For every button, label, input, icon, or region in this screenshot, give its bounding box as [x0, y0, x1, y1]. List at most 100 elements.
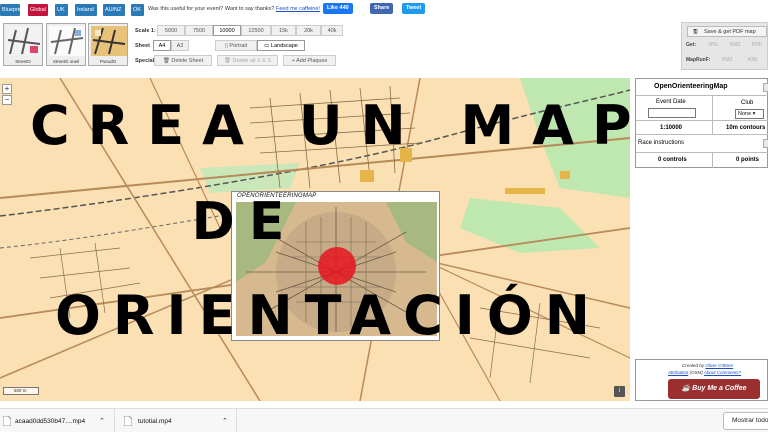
overlay-title-line1: CREA UN MAPA [30, 94, 705, 157]
pdf-panel: 🖫 Save & get PDF map Get: JPG KMZ PDF Ma… [681, 22, 768, 70]
site-button-ok[interactable]: OK [131, 4, 144, 16]
panel-expand-button[interactable] [763, 83, 768, 92]
portrait-label: Portrait [229, 43, 248, 49]
site-button-blueprint[interactable]: Blueprint [0, 4, 24, 16]
delete-all-button[interactable]: 🗑 Delete all X & S [217, 55, 278, 66]
feedback-question: Was this useful for your event? Want to … [148, 6, 275, 12]
mapruntf-option-kml[interactable]: KML [748, 57, 758, 63]
event-date-label: Event Date [656, 99, 686, 105]
feedback-text: Was this useful for your event? Want to … [148, 6, 320, 12]
site-button-global[interactable]: Global [28, 4, 48, 16]
credit-prefix: Created by [682, 363, 705, 368]
panel-title: OpenOrienteeringMap [654, 83, 728, 90]
totals-row: 0 controls 0 points [636, 153, 768, 168]
file-icon [124, 416, 132, 426]
style-thumb-streeto[interactable]: StreetO [3, 23, 43, 66]
site-button-aunz[interactable]: AU/NZ [103, 4, 125, 16]
special-label: Special [135, 58, 155, 64]
site-button-uk[interactable]: UK [55, 4, 68, 16]
mapruntf-label: MapRunF: [686, 57, 711, 63]
event-date-row: Event Date Club None ▾ [636, 96, 768, 121]
scale-option-40k[interactable]: 40k [321, 25, 343, 36]
points-count: 0 points [736, 157, 760, 163]
column-divider [712, 153, 713, 168]
contour-value: 10m contours [726, 125, 766, 131]
overlay-title-line3: ORIENTACIÓN [55, 284, 602, 347]
credit-line-1: Created by Oliver O'Brien [682, 363, 733, 368]
download-name: tutotial.mp4 [138, 418, 172, 425]
scale-option-7500[interactable]: 7500 [185, 25, 213, 36]
zoom-out-button[interactable]: − [2, 95, 12, 105]
delete-all-label: Delete all X & S [232, 58, 272, 64]
download-item[interactable]: tutotial.mp4 ⌃ [115, 409, 237, 432]
scale-option-12500[interactable]: 12500 [241, 25, 271, 36]
save-icon: 🖫 [693, 29, 698, 35]
streeto-oneil-preview-icon [49, 26, 85, 56]
buy-coffee-button[interactable]: ☕ Buy Me a Coffee [668, 379, 760, 399]
facebook-like-button[interactable]: Like 440 [323, 3, 353, 14]
get-label: Get: [686, 42, 696, 48]
landscape-button[interactable]: ▭ Landscape [257, 40, 305, 51]
comments-link[interactable]: About Comments? [704, 370, 741, 375]
scale-value: 1:10000 [660, 125, 683, 131]
scale-option-20k[interactable]: 20k [296, 25, 321, 36]
osm-label: (OSM) [689, 370, 703, 375]
scale-option-10000[interactable]: 10000 [213, 25, 241, 36]
save-pdf-button[interactable]: 🖫 Save & get PDF map [687, 26, 767, 37]
add-plaques-button[interactable]: + Add Plaques [283, 55, 336, 66]
tweet-button[interactable]: Tweet [402, 3, 426, 14]
scale-option-15k[interactable]: 15k [271, 25, 296, 36]
get-option-kmz[interactable]: KMZ [730, 42, 741, 48]
chevron-up-icon[interactable]: ⌃ [99, 417, 105, 425]
attribution-link[interactable]: Attribution [668, 370, 688, 375]
zoom-in-button[interactable]: + [2, 84, 12, 94]
race-instructions-row: Race instructions [636, 135, 768, 153]
sheet-label: Sheet [135, 43, 150, 49]
sheet-option-a3[interactable]: A3 [171, 40, 189, 51]
author-link[interactable]: Oliver O'Brien [705, 363, 733, 368]
style-thumb-pseudo[interactable]: PseudO [88, 23, 128, 66]
chevron-up-icon[interactable]: ⌃ [222, 417, 228, 425]
file-icon [3, 416, 11, 426]
scale-row: 1:10000 10m contours [636, 121, 768, 135]
landscape-label: Landscape [270, 43, 298, 49]
top-bar: Blueprint Global UK Ireland AU/NZ OK Was… [0, 0, 768, 22]
download-name: acaad0dd530b47....mp4 [15, 418, 86, 425]
delete-sheet-label: Delete Sheet [171, 58, 204, 64]
column-divider [712, 96, 713, 121]
event-panel: OpenOrienteeringMap Event Date Club None… [635, 78, 768, 168]
portrait-button[interactable]: ▯ Portrait [215, 40, 257, 51]
feedback-link[interactable]: Feed me caffeine! [276, 6, 320, 12]
facebook-share-button[interactable]: Share [370, 3, 394, 14]
style-thumb-streeto-oneil[interactable]: StreetO oneil [46, 23, 86, 66]
club-label: Club [741, 100, 754, 106]
sheet-option-a4[interactable]: A4 [153, 40, 171, 51]
club-value: None [738, 111, 752, 117]
chevron-down-icon: ▾ [751, 111, 756, 117]
event-date-input[interactable] [648, 108, 696, 118]
show-all-downloads-button[interactable]: Mostrar todo [723, 412, 768, 430]
start-marker-circle [318, 247, 356, 285]
style-label: StreetO oneil [52, 59, 80, 64]
get-option-jpg[interactable]: JPG [708, 42, 718, 48]
controls-count: 0 controls [658, 157, 687, 163]
club-select[interactable]: None ▾ [735, 109, 764, 119]
buy-coffee-label: Buy Me a Coffee [692, 385, 747, 392]
save-pdf-label: Save & get PDF map [704, 29, 756, 35]
map-scale-bar: 500 m [3, 387, 39, 395]
download-item[interactable]: acaad0dd530b47....mp4 ⌃ [0, 409, 115, 432]
site-button-ireland[interactable]: Ireland [75, 4, 97, 16]
race-instructions-button[interactable] [763, 139, 768, 148]
mapruntf-option-kmz[interactable]: KMZ [722, 57, 733, 63]
streeto-preview-icon [6, 26, 42, 56]
panel-title-row: OpenOrienteeringMap [636, 79, 768, 96]
get-option-pdf[interactable]: PDF [752, 42, 762, 48]
credit-line-2: Attribution (OSM) About Comments? [668, 370, 741, 375]
landscape-icon: ▭ [264, 43, 271, 49]
scale-option-5000[interactable]: 5000 [157, 25, 185, 36]
download-bar: acaad0dd530b47....mp4 ⌃ tutotial.mp4 ⌃ [0, 408, 768, 432]
map-info-button[interactable]: i [614, 386, 625, 397]
delete-sheet-button[interactable]: 🗑 Delete Sheet [154, 55, 212, 66]
coffee-cup-icon: ☕ [681, 385, 693, 392]
scale-label: Scale 1: [135, 28, 156, 34]
